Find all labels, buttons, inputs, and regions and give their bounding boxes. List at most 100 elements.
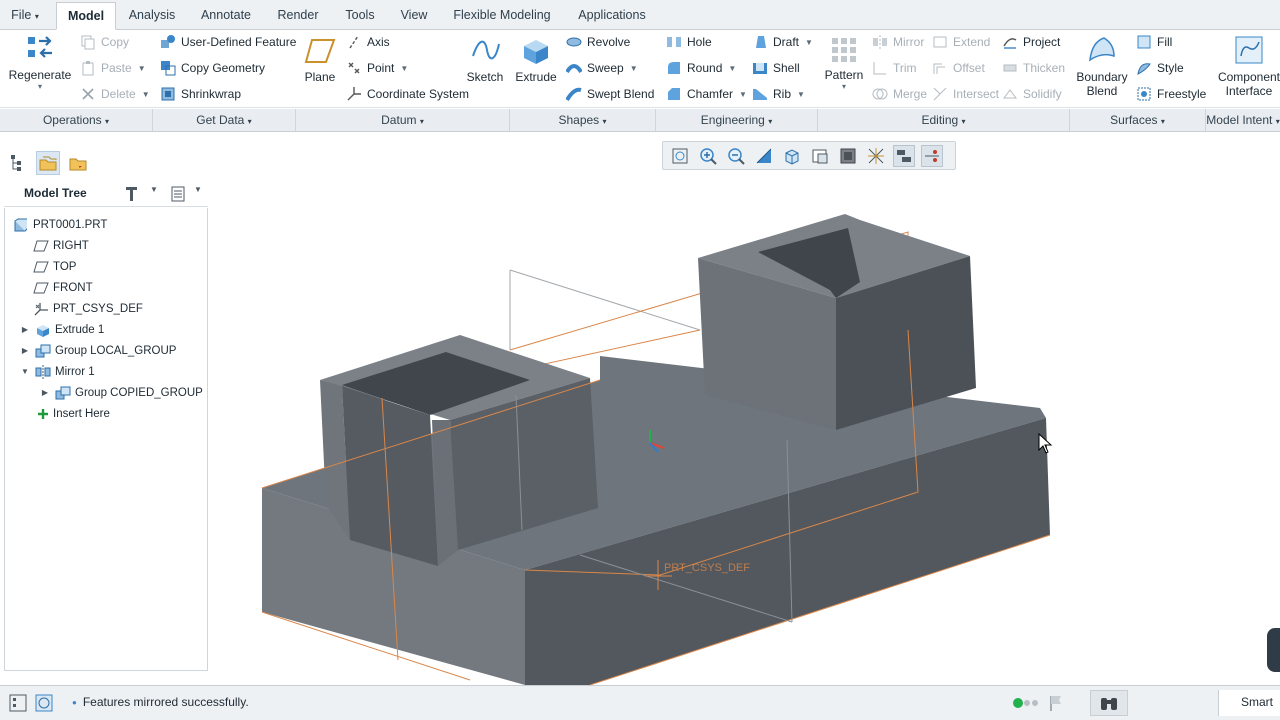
- extrude-button[interactable]: Extrude: [512, 32, 560, 84]
- solidify-button[interactable]: Solidify: [1002, 86, 1062, 102]
- sketch-button[interactable]: Sketch: [462, 32, 508, 84]
- delete-button[interactable]: Delete ▼: [80, 86, 150, 102]
- trim-button[interactable]: Trim: [872, 60, 917, 76]
- expand-arrow-icon[interactable]: ▶: [19, 320, 31, 340]
- fill-button[interactable]: Fill: [1136, 34, 1172, 50]
- navigator-toggle-icon[interactable]: [8, 693, 28, 713]
- coordinate-system-icon: [346, 86, 362, 102]
- sweep-button[interactable]: Sweep ▼: [565, 60, 638, 76]
- pattern-button[interactable]: Pattern ▾: [822, 32, 866, 91]
- group-editing[interactable]: Editing ▾: [818, 109, 1070, 131]
- axis-button[interactable]: Axis: [346, 34, 390, 50]
- plane-button[interactable]: Plane: [300, 32, 340, 84]
- copy-button[interactable]: Copy: [80, 34, 129, 50]
- graphics-area[interactable]: PRT_CSYS_DEF: [209, 133, 1280, 685]
- boundary-blend-button[interactable]: Boundary Blend: [1072, 32, 1132, 98]
- repaint-icon[interactable]: [753, 145, 775, 167]
- merge-button[interactable]: Merge: [872, 86, 927, 102]
- tree-item-csys[interactable]: PRT_CSYS_DEF: [33, 299, 143, 319]
- datum-display-icon[interactable]: [865, 145, 887, 167]
- regeneration-status-icon[interactable]: [1012, 697, 1040, 712]
- coordinate-system-button[interactable]: Coordinate System: [346, 86, 469, 102]
- style-button[interactable]: Style: [1136, 60, 1184, 76]
- shrinkwrap-button[interactable]: Shrinkwrap: [160, 86, 241, 102]
- saved-orientations-icon[interactable]: [781, 145, 803, 167]
- tab-flexible-modeling[interactable]: Flexible Modeling: [444, 2, 560, 30]
- point-icon: [346, 60, 362, 76]
- model-tree-tab-icon[interactable]: [6, 151, 30, 175]
- group-operations[interactable]: Operations ▾: [0, 109, 153, 131]
- paste-button[interactable]: Paste ▼: [80, 60, 146, 76]
- group-datum[interactable]: Datum ▾: [296, 109, 510, 131]
- copy-geometry-button[interactable]: Copy Geometry: [160, 60, 265, 76]
- hole-button[interactable]: Hole: [666, 34, 712, 50]
- component-interface-button[interactable]: Component Interface: [1214, 32, 1280, 98]
- favorites-tab-icon[interactable]: [66, 151, 90, 175]
- group-engineering[interactable]: Engineering ▾: [656, 109, 818, 131]
- tree-item-right-plane[interactable]: RIGHT: [33, 236, 89, 256]
- view-orientation-widget[interactable]: [1267, 628, 1280, 672]
- offset-button[interactable]: Offset: [932, 60, 985, 76]
- freestyle-button[interactable]: Freestyle: [1136, 86, 1206, 102]
- group-shapes[interactable]: Shapes ▾: [510, 109, 656, 131]
- chamfer-button[interactable]: Chamfer ▼: [666, 86, 747, 102]
- tree-item-top-plane[interactable]: TOP: [33, 257, 76, 277]
- spin-center-icon[interactable]: [893, 144, 915, 167]
- tab-label: File: [11, 8, 32, 22]
- tree-item-front-plane[interactable]: FRONT: [33, 278, 93, 298]
- tree-item-extrude-1[interactable]: ▶ Extrude 1: [19, 320, 104, 340]
- tree-settings-icon[interactable]: [122, 184, 142, 204]
- group-get-data[interactable]: Get Data ▾: [153, 109, 296, 131]
- tab-tools[interactable]: Tools: [336, 2, 384, 30]
- tab-render[interactable]: Render: [266, 2, 330, 30]
- copy-label: Copy: [101, 35, 130, 49]
- rib-button[interactable]: Rib ▼: [752, 86, 805, 102]
- tree-item-local-group[interactable]: ▶ Group LOCAL_GROUP: [19, 341, 176, 361]
- view-manager-icon[interactable]: [809, 145, 831, 167]
- shell-button[interactable]: Shell: [752, 60, 800, 76]
- find-button[interactable]: [1090, 690, 1128, 716]
- mirror-button[interactable]: Mirror: [872, 34, 924, 50]
- user-defined-feature-button[interactable]: User-Defined Feature: [160, 34, 296, 50]
- selection-filter-dropdown[interactable]: Smart: [1218, 690, 1280, 716]
- expand-arrow-icon[interactable]: ▶: [19, 341, 31, 361]
- refit-icon[interactable]: [669, 145, 691, 167]
- thicken-button[interactable]: Thicken: [1002, 60, 1065, 76]
- tab-model[interactable]: Model: [56, 2, 116, 30]
- folder-browser-tab-icon[interactable]: [36, 151, 60, 175]
- regenerate-button[interactable]: Regenerate ▾: [6, 32, 74, 91]
- round-button[interactable]: Round ▼: [666, 60, 736, 76]
- display-style-icon[interactable]: [837, 145, 859, 167]
- intersect-button[interactable]: Intersect: [932, 86, 999, 102]
- swept-blend-button[interactable]: Swept Blend: [565, 86, 654, 102]
- tab-analysis[interactable]: Analysis: [118, 2, 186, 30]
- point-button[interactable]: Point ▼: [346, 60, 408, 76]
- group-surfaces[interactable]: Surfaces ▾: [1070, 109, 1206, 131]
- tree-item-mirror-1[interactable]: ▼ Mirror 1: [19, 362, 95, 382]
- zoom-in-icon[interactable]: [697, 145, 719, 167]
- group-model-intent[interactable]: Model Intent ▾: [1206, 109, 1280, 131]
- tree-filters-icon[interactable]: [168, 184, 188, 204]
- revolve-button[interactable]: Revolve: [566, 34, 630, 50]
- zoom-out-icon[interactable]: [725, 145, 747, 167]
- tree-item-insert-here[interactable]: Insert Here: [37, 404, 110, 424]
- tab-annotate[interactable]: Annotate: [190, 2, 262, 30]
- tree-item-part[interactable]: PRT0001.PRT: [13, 215, 107, 235]
- expand-arrow-icon[interactable]: ▶: [39, 383, 51, 403]
- chevron-down-icon[interactable]: ▼: [194, 185, 202, 194]
- tab-file[interactable]: File ▾: [2, 2, 48, 30]
- browser-toggle-icon[interactable]: [34, 693, 54, 713]
- draft-button[interactable]: Draft ▼: [752, 34, 813, 50]
- hole-label: Hole: [687, 35, 712, 49]
- revolve-label: Revolve: [587, 35, 631, 49]
- chevron-down-icon[interactable]: ▼: [150, 185, 158, 194]
- flag-icon[interactable]: [1048, 694, 1064, 715]
- tree-item-copied-group[interactable]: ▶ Group COPIED_GROUP: [39, 383, 203, 403]
- tab-applications[interactable]: Applications: [566, 2, 658, 30]
- collapse-arrow-icon[interactable]: ▼: [19, 362, 31, 382]
- annotation-display-icon[interactable]: [921, 144, 943, 167]
- project-button[interactable]: Project: [1002, 34, 1060, 50]
- extend-button[interactable]: Extend: [932, 34, 990, 50]
- model-tree-header: Model Tree ▼ ▼: [4, 181, 208, 207]
- tab-view[interactable]: View: [390, 2, 438, 30]
